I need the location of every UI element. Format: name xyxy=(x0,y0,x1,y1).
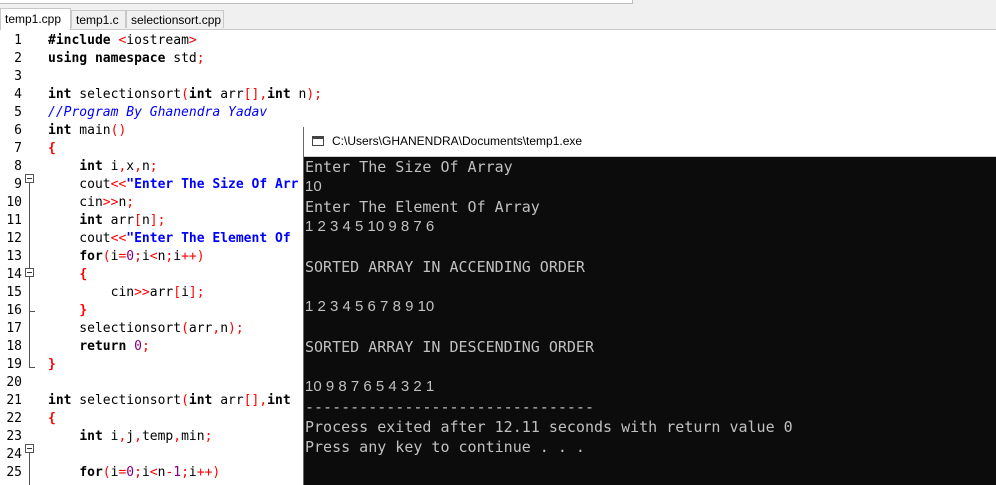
tab-selectionsort-cpp[interactable]: selectionsort.cpp xyxy=(126,10,224,28)
code-text: { xyxy=(48,411,56,426)
code-text: int arr[n]; xyxy=(79,213,166,228)
line-number: 1 xyxy=(14,33,22,48)
dev-cpp-ide-window: temp1.cpp temp1.c selectionsort.cpp 1 #in… xyxy=(0,0,996,485)
line-number: 22 xyxy=(6,411,22,426)
code-text: using namespace std; xyxy=(48,51,205,66)
code-text: #include <iostream> xyxy=(48,33,197,48)
code-text: int selectionsort(int arr[],int n); xyxy=(48,87,322,102)
console-line: Enter The Element Of Array xyxy=(305,198,540,216)
console-line: Press any key to continue . . . xyxy=(305,438,585,456)
line-number: 25 xyxy=(6,465,22,480)
line-number: 9 xyxy=(14,177,22,192)
tab-temp1-cpp[interactable]: temp1.cpp xyxy=(0,8,71,30)
code-text: cin>>n; xyxy=(48,195,135,210)
code-text: int i,j,temp,min; xyxy=(79,429,213,444)
line-number: 18 xyxy=(6,339,22,354)
code-text: for(i=0;i<n;i++) xyxy=(79,249,205,264)
code-text: int main() xyxy=(48,123,127,138)
line-number: 2 xyxy=(14,51,22,66)
line-number: 15 xyxy=(6,285,22,300)
toolbar-edge xyxy=(0,0,633,4)
code-text: int i,x,n; xyxy=(79,159,158,174)
line-number: 13 xyxy=(6,249,22,264)
code-text: { xyxy=(79,267,88,282)
editor-tab-bar: temp1.cpp temp1.c selectionsort.cpp xyxy=(0,8,996,30)
line-number: 14 xyxy=(6,267,22,282)
console-line: 1 2 3 4 5 6 7 8 9 10 xyxy=(305,298,435,315)
line-number: 24 xyxy=(6,447,22,462)
code-text: } xyxy=(79,303,88,318)
line-number: 21 xyxy=(6,393,22,408)
line-number: 20 xyxy=(6,375,22,390)
code-text: //Program By Ghanendra Yadav xyxy=(48,105,268,120)
line-number: 11 xyxy=(6,213,22,228)
line-number: 16 xyxy=(6,303,22,318)
code-text: int selectionsort(int arr[],int xyxy=(48,393,291,408)
code-text: for(i=0;i<n-1;i++) xyxy=(79,465,221,480)
code-text: cout<<"Enter The Size Of Arr xyxy=(48,177,299,192)
code-text: { xyxy=(48,141,56,156)
window-top-strip xyxy=(0,0,996,8)
console-line: 10 xyxy=(305,178,322,195)
line-number: 8 xyxy=(14,159,22,174)
console-line: -------------------------------- xyxy=(305,398,594,416)
line-number: 23 xyxy=(6,429,22,444)
console-line: SORTED ARRAY IN ACCENDING ORDER xyxy=(305,258,585,276)
code-text: cin>>arr[i]; xyxy=(48,285,205,300)
console-line: Enter The Size Of Array xyxy=(305,158,513,176)
line-number: 12 xyxy=(6,231,22,246)
line-number: 5 xyxy=(14,105,22,120)
line-number: 7 xyxy=(14,141,22,156)
line-number: 3 xyxy=(14,69,22,84)
code-line[interactable]: 3 xyxy=(0,68,996,86)
tab-temp1-c[interactable]: temp1.c xyxy=(71,10,126,28)
line-number: 10 xyxy=(6,195,22,210)
console-title-bar[interactable]: C:\Users\GHANENDRA\Documents\temp1.exe xyxy=(304,127,996,157)
line-number: 17 xyxy=(6,321,22,336)
code-text: } xyxy=(48,357,56,372)
console-app-icon xyxy=(312,136,324,146)
console-line: 10 9 8 7 6 5 4 3 2 1 xyxy=(305,378,435,395)
console-line: SORTED ARRAY IN DESCENDING ORDER xyxy=(305,338,594,356)
console-window[interactable]: C:\Users\GHANENDRA\Documents\temp1.exe E… xyxy=(303,127,996,485)
code-line[interactable]: 5 //Program By Ghanendra Yadav xyxy=(0,104,996,122)
line-number: 4 xyxy=(14,87,22,102)
line-number: 6 xyxy=(14,123,22,138)
code-line[interactable]: 2 using namespace std; xyxy=(0,50,996,68)
code-line[interactable]: 1 #include <iostream> xyxy=(0,32,996,50)
line-number: 19 xyxy=(6,357,22,372)
console-line: 1 2 3 4 5 10 9 8 7 6 xyxy=(305,218,435,235)
code-text: return 0; xyxy=(79,339,150,354)
code-line[interactable]: 4 int selectionsort(int arr[],int n); xyxy=(0,86,996,104)
code-text: selectionsort(arr,n); xyxy=(48,321,244,336)
code-text: cout<<"Enter The Element Of xyxy=(48,231,299,246)
console-title: C:\Users\GHANENDRA\Documents\temp1.exe xyxy=(332,134,583,148)
console-line: Process exited after 12.11 seconds with … xyxy=(305,418,793,436)
